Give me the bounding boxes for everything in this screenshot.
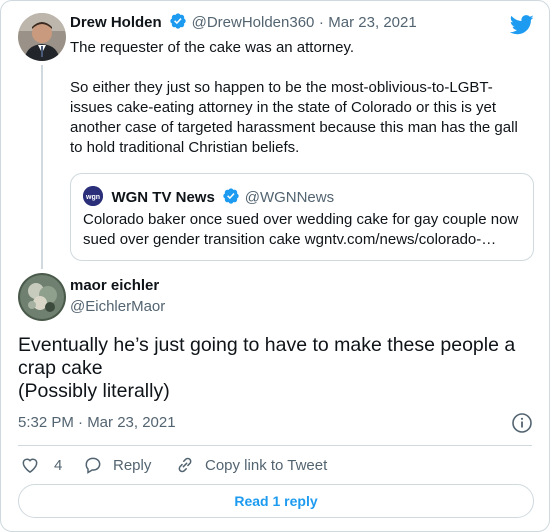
verified-badge-icon (223, 188, 239, 204)
twitter-bird-icon[interactable] (510, 15, 534, 35)
parent-tweet-text: The requester of the cake was an attorne… (70, 39, 518, 156)
reply-button[interactable]: Reply (83, 455, 151, 475)
reply-timestamp[interactable]: 5:32 PM · Mar 23, 2021 (18, 414, 176, 431)
wgn-avatar: wgn (83, 186, 103, 206)
reply-handle[interactable]: @EichlerMaor (70, 298, 165, 315)
thread-connector-line (41, 65, 43, 269)
heart-icon (22, 458, 38, 473)
quoted-author-name: WGN TV News (111, 189, 215, 206)
copy-link-button[interactable]: Copy link to Tweet (175, 455, 327, 475)
like-count: 4 (54, 456, 63, 474)
parent-tweet-header: Drew Holden @DrewHolden360 · Mar 23, 202… (70, 12, 417, 32)
quoted-tweet-header: wgn WGN TV News @WGNNews (83, 186, 334, 207)
reply-tweet-text: Eventually he’s just going to have to ma… (18, 334, 516, 402)
copy-link-label: Copy link to Tweet (205, 456, 328, 474)
quoted-tweet-card[interactable]: wgn WGN TV News @WGNNews Colorado baker … (70, 173, 534, 261)
parent-date[interactable]: Mar 23, 2021 (328, 14, 416, 31)
reply-label: Reply (113, 456, 152, 474)
svg-text:wgn: wgn (85, 194, 100, 201)
read-replies-button[interactable]: Read 1 reply (18, 484, 534, 518)
drew-holden-avatar[interactable] (18, 13, 66, 61)
like-button[interactable]: 4 (20, 455, 62, 475)
parent-separator: · (318, 14, 324, 31)
reply-author-name[interactable]: maor eichler (70, 277, 159, 294)
verified-badge-icon (170, 13, 186, 29)
quoted-tweet-text: Colorado baker once sued over wedding ca… (83, 211, 519, 248)
actions-divider (18, 445, 532, 446)
info-icon[interactable] (511, 412, 533, 434)
parent-author-name[interactable]: Drew Holden (70, 14, 162, 31)
embedded-tweet-card: Drew Holden @DrewHolden360 · Mar 23, 202… (0, 0, 550, 532)
reply-bubble-icon (85, 457, 101, 474)
link-icon (178, 457, 192, 473)
maor-eichler-avatar[interactable] (18, 273, 66, 321)
parent-handle[interactable]: @DrewHolden360 (192, 14, 315, 31)
read-replies-label: Read 1 reply (234, 493, 318, 509)
quoted-handle: @WGNNews (244, 189, 335, 206)
